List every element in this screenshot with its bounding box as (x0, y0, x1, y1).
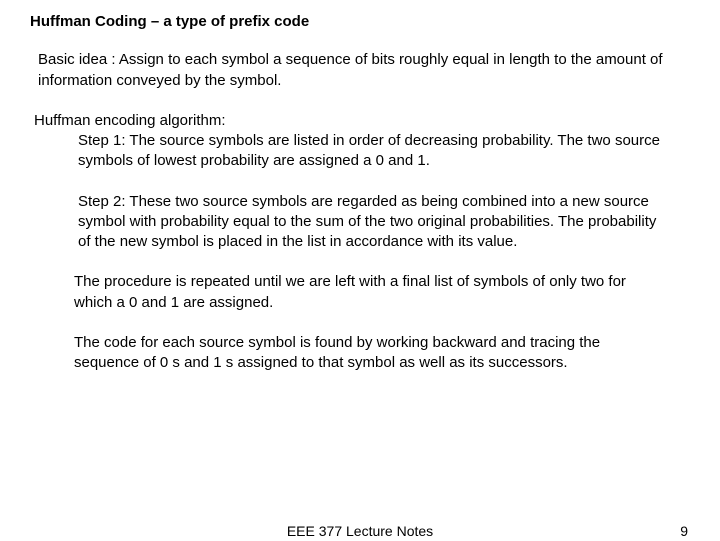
step-2-paragraph: Step 2: These two source symbols are reg… (78, 192, 662, 253)
slide: Huffman Coding – a type of prefix code B… (0, 0, 720, 540)
step-1-paragraph: Step 1: The source symbols are listed in… (78, 131, 662, 172)
footer-course-label: EEE 377 Lecture Notes (0, 522, 720, 541)
basic-idea-paragraph: Basic idea : Assign to each symbol a seq… (38, 50, 682, 91)
code-trace-paragraph: The code for each source symbol is found… (74, 333, 662, 374)
algorithm-intro: Huffman encoding algorithm: (34, 111, 692, 131)
slide-title: Huffman Coding – a type of prefix code (30, 12, 692, 32)
repeat-paragraph: The procedure is repeated until we are l… (74, 272, 662, 313)
footer-page-number: 9 (680, 522, 688, 541)
